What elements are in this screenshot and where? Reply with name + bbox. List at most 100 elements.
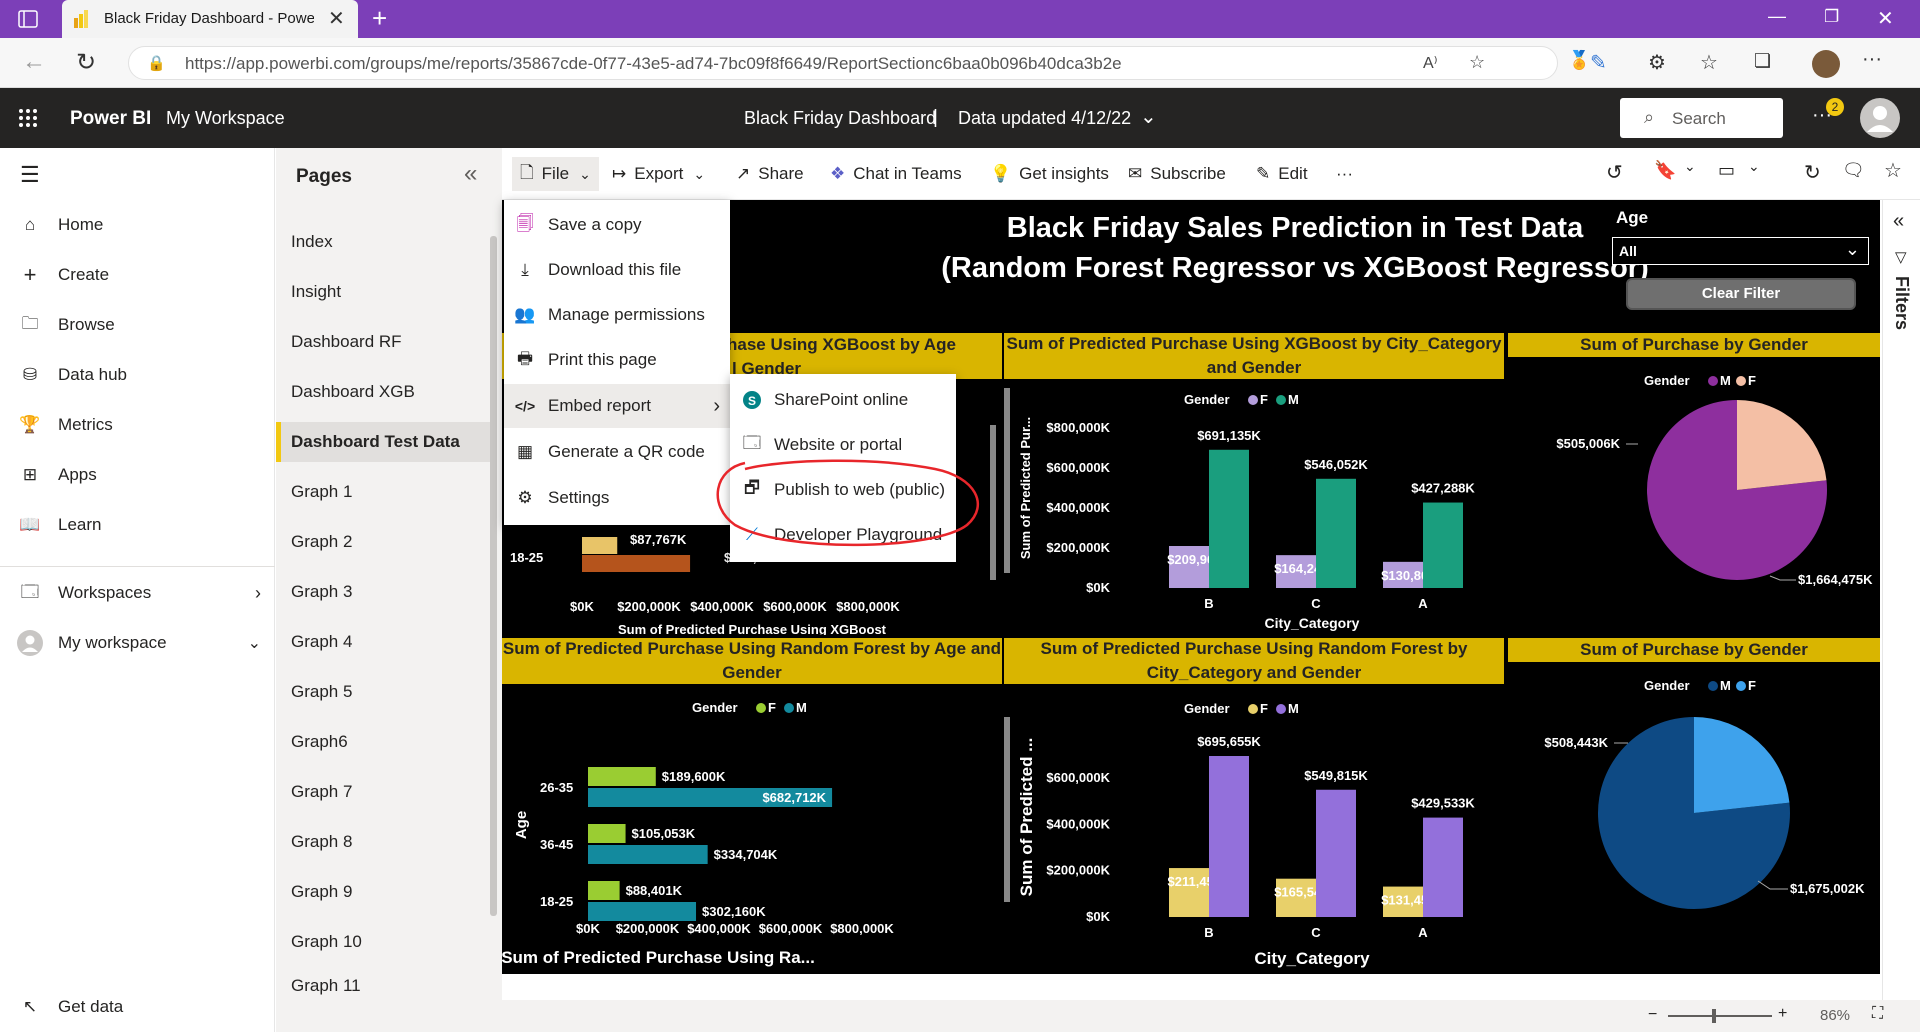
refresh-icon[interactable]: ↻ (76, 48, 96, 77)
nav-create[interactable]: + Create (16, 258, 109, 292)
nav-data-hub[interactable]: ⛁ Data hub (16, 358, 127, 392)
embed-report-item[interactable]: </> Embed report › (504, 384, 730, 428)
file-menu-button[interactable]: 🗋 File ⌄ (512, 157, 599, 191)
chevron-down-icon[interactable]: ⌄ (1684, 158, 1696, 175)
zoom-slider[interactable] (1668, 1015, 1772, 1017)
data-label: $1,664,475K (1798, 572, 1873, 587)
page-item[interactable]: Graph 8 (276, 822, 490, 862)
page-item[interactable]: Dashboard RF (276, 322, 490, 362)
extensions-icon[interactable]: ⚙ (1648, 50, 1666, 75)
chart-rf-age[interactable]: Gender F M $189,600K $682,712K 26-35 $105,053K… (502, 685, 1002, 974)
page-item[interactable]: Graph 2 (276, 522, 490, 562)
nav-my-workspace[interactable]: My workspace ⌄ (16, 626, 261, 660)
extension-pen-icon[interactable]: ✎ (1590, 50, 1607, 75)
workspace-link[interactable]: My Workspace (166, 108, 285, 129)
print-page-item[interactable]: 🖶 Print this page (504, 338, 730, 382)
generate-qr-item[interactable]: ▦ Generate a QR code (504, 430, 730, 474)
page-item[interactable]: Graph 1 (276, 472, 490, 512)
menu-label: Manage permissions (548, 305, 705, 324)
page-item[interactable]: Graph 10 (276, 922, 490, 962)
nav-apps[interactable]: ⊞ Apps (16, 458, 97, 492)
page-item[interactable]: Graph 11 (276, 972, 490, 1000)
pages-scrollbar[interactable] (490, 236, 497, 916)
zoom-out-icon[interactable]: − (1648, 1006, 1657, 1024)
collapse-pages-icon[interactable]: « (464, 160, 477, 188)
legend-label: M (1720, 373, 1731, 388)
chevron-down-icon[interactable]: ⌄ (1748, 158, 1760, 175)
hamburger-icon[interactable]: ☰ (20, 162, 40, 188)
data-updated-label[interactable]: Data updated 4/12/22 (958, 108, 1131, 129)
get-insights-button[interactable]: 💡 Get insights (990, 160, 1109, 188)
back-icon[interactable]: ← (22, 48, 46, 76)
settings-item[interactable]: ⚙ Settings (504, 476, 730, 520)
account-avatar[interactable] (1860, 98, 1900, 138)
manage-permissions-item[interactable]: 👥 Manage permissions (504, 293, 730, 337)
window-close-icon[interactable]: ✕ (1877, 6, 1894, 31)
search-box[interactable]: ⌕ Search (1620, 98, 1783, 138)
zoom-slider-thumb[interactable] (1712, 1009, 1716, 1023)
favorite-icon[interactable]: ☆ (1884, 158, 1902, 183)
refresh-visuals-icon[interactable]: ↻ (1804, 160, 1821, 185)
profile-avatar[interactable] (1812, 50, 1840, 78)
nav-workspaces[interactable]: 🗔 Workspaces › (16, 576, 261, 610)
subscribe-button[interactable]: ✉ Subscribe (1128, 160, 1226, 188)
expand-filters-icon[interactable]: « (1893, 210, 1904, 233)
add-favorite-icon[interactable]: ☆ (1469, 52, 1485, 73)
restore-icon[interactable]: ❐ (1824, 7, 1839, 27)
url-field[interactable]: 🔒 https://app.powerbi.com/groups/me/repo… (128, 46, 1558, 80)
minimize-icon[interactable]: — (1768, 6, 1786, 27)
legend-marker (1248, 704, 1258, 714)
app-launcher-icon[interactable] (18, 108, 38, 128)
fit-to-page-icon[interactable]: ⛶ (1872, 1005, 1883, 1023)
browser-menu-icon[interactable]: ··· (1862, 48, 1882, 71)
page-item[interactable]: Graph6 (276, 722, 490, 762)
tab-actions-icon[interactable] (18, 10, 38, 28)
zoom-in-icon[interactable]: + (1778, 1005, 1787, 1023)
view-icon[interactable]: ▭ (1718, 160, 1735, 181)
page-item[interactable]: Graph 7 (276, 772, 490, 812)
close-tab-icon[interactable]: ✕ (328, 6, 345, 31)
age-slicer-dropdown[interactable]: All ⌄ (1612, 237, 1869, 265)
filters-pane[interactable]: « ▽ Filters (1882, 200, 1920, 1000)
chat-in-teams-button[interactable]: ❖ Chat in Teams (830, 160, 962, 188)
browser-tab[interactable]: Black Friday Dashboard - Power ✕ (62, 0, 358, 38)
chart-rf-city[interactable]: Gender F M$0K$200,000K$400,000K$600,000K$2… (1004, 685, 1504, 974)
page-item[interactable]: Graph 3 (276, 572, 490, 612)
page-item-active[interactable]: Dashboard Test Data (276, 422, 490, 462)
legend-marker (1276, 395, 1286, 405)
comment-icon[interactable]: 🗨 (1842, 160, 1865, 181)
read-aloud-icon[interactable]: A⁾ (1423, 53, 1438, 73)
page-item[interactable]: Dashboard XGB (276, 372, 490, 412)
chevron-down-icon[interactable]: ⌄ (1140, 104, 1157, 129)
page-item[interactable]: Graph 4 (276, 622, 490, 662)
chart-pie-gender-1[interactable]: Gender M F $1,664,475K $505,006K (1508, 358, 1880, 635)
extension-badge-icon[interactable]: 🏅 (1568, 50, 1590, 71)
page-item[interactable]: Index (276, 222, 490, 262)
nav-learn[interactable]: 📖 Learn (16, 508, 101, 542)
edit-button[interactable]: ✎ Edit (1256, 160, 1308, 188)
download-file-item[interactable]: ⤓ Download this file (504, 248, 730, 292)
nav-home[interactable]: ⌂ Home (16, 208, 104, 242)
page-item[interactable]: Graph 9 (276, 872, 490, 912)
page-item[interactable]: Graph 5 (276, 672, 490, 712)
bookmark-icon[interactable]: 🔖 (1654, 160, 1676, 181)
toolbar-more-button[interactable]: ··· (1336, 160, 1353, 188)
app-name[interactable]: Power BI (70, 108, 151, 130)
page-item[interactable]: Insight (276, 272, 490, 312)
collections-icon[interactable]: ❏ (1754, 50, 1771, 73)
nav-get-data[interactable]: ↖ Get data (16, 990, 123, 1024)
export-button[interactable]: ↦ Export ⌄ (612, 160, 705, 188)
sharepoint-online-item[interactable]: S SharePoint online (730, 377, 956, 422)
reset-icon[interactable]: ↺ (1606, 160, 1623, 185)
chart-pie-gender-2[interactable]: Gender M F $1,675,002K $508,443K (1508, 663, 1880, 974)
nav-metrics[interactable]: 🏆 Metrics (16, 408, 112, 442)
save-copy-item[interactable]: 🗐 Save a copy (504, 203, 730, 247)
new-tab-icon[interactable]: + (372, 3, 387, 34)
chart-xgb-city[interactable]: Gender F M $0K $200,000K $400,000K $600,000K $8… (1004, 380, 1504, 635)
legend-title: Gender (1644, 678, 1690, 693)
menu-label: Embed report (548, 396, 651, 415)
share-button[interactable]: ↗ Share (736, 160, 804, 188)
nav-browse[interactable]: 🗀 Browse (16, 308, 115, 342)
clear-filter-button[interactable]: Clear Filter (1626, 278, 1856, 310)
favorites-icon[interactable]: ☆ (1700, 50, 1718, 75)
